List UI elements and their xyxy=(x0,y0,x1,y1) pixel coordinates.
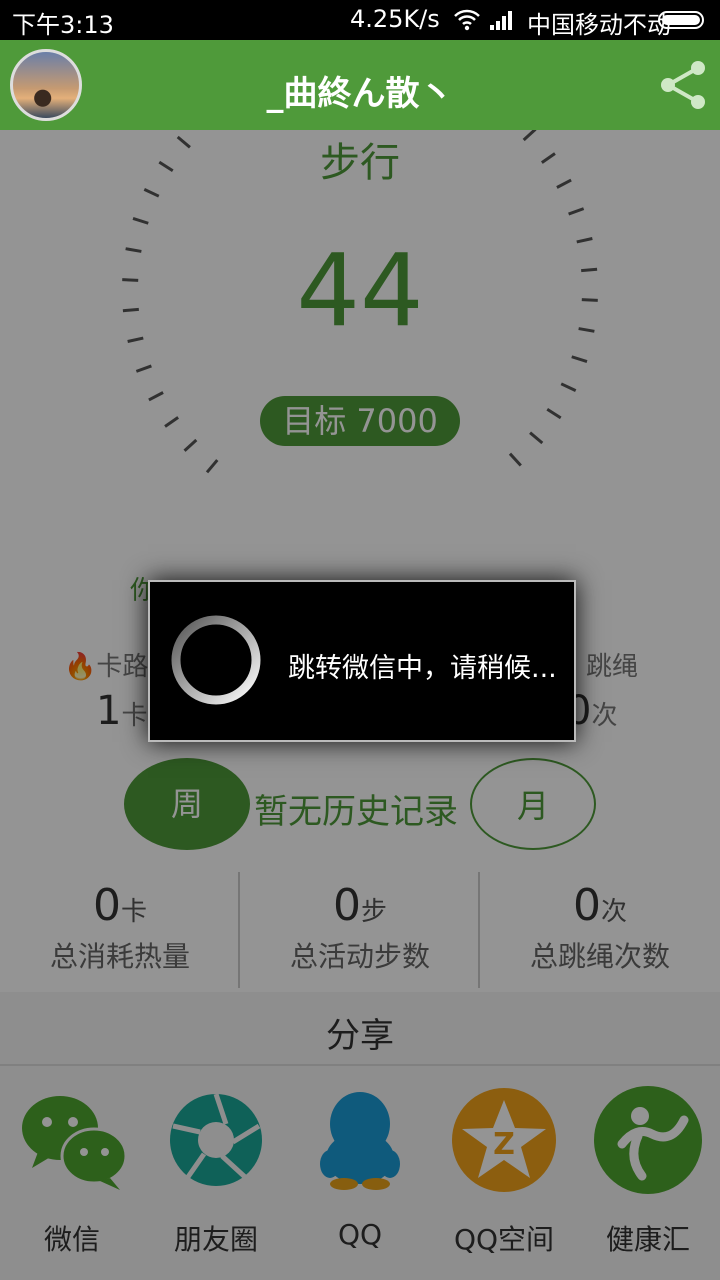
status-time: 下午3:13 xyxy=(12,11,114,39)
wifi-icon xyxy=(454,9,480,31)
status-net-speed: 4.25K/s xyxy=(350,5,440,33)
loading-spinner-icon xyxy=(171,615,261,705)
status-carrier: 中国移动不动 xyxy=(527,11,671,39)
loading-dialog: 跳转微信中，请稍候... xyxy=(148,580,576,742)
share-icon[interactable] xyxy=(656,60,712,110)
app-header: _曲終ん散丶 xyxy=(0,40,720,130)
signal-icon xyxy=(490,11,512,30)
user-name-title: _曲終ん散丶 xyxy=(266,74,454,114)
status-bar: 下午3:13 4.25K/s 中国移动不动 xyxy=(0,0,720,40)
loading-message: 跳转微信中，请稍候... xyxy=(288,653,557,684)
battery-icon xyxy=(658,11,704,29)
